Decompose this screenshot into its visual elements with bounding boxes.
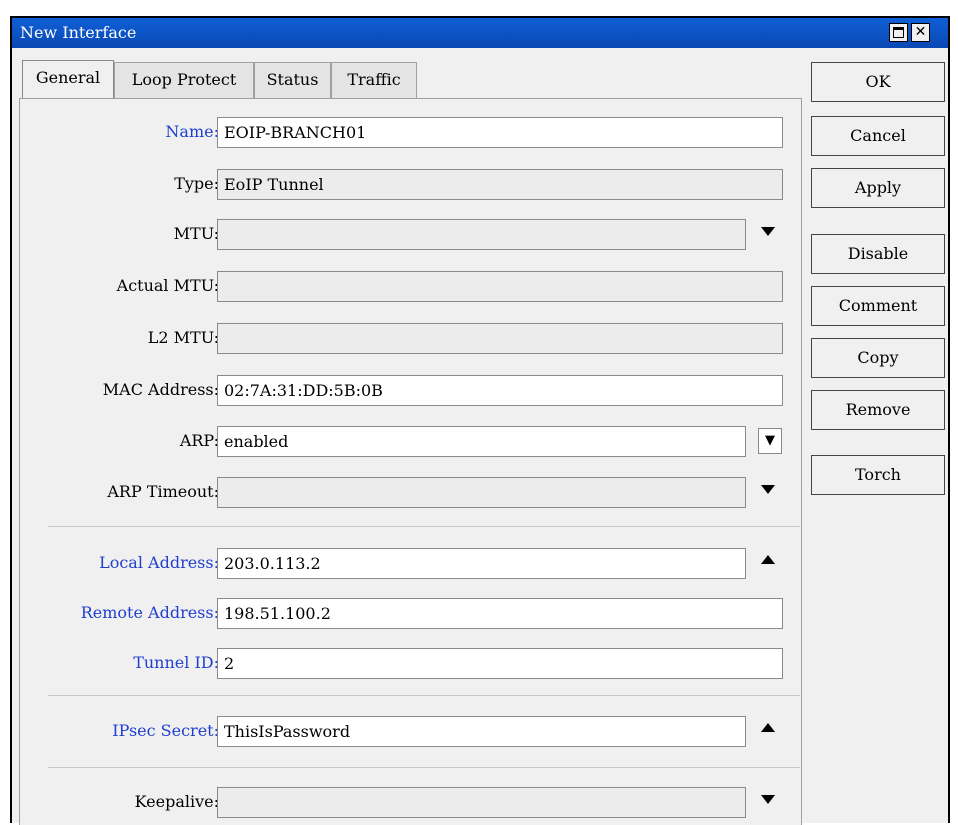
type-row: Type: EoIP Tunnel — [20, 167, 803, 201]
mac-address-row: MAC Address: 02:7A:31:DD:5B:0B — [20, 373, 803, 407]
tab-loop-protect[interactable]: Loop Protect — [114, 62, 254, 98]
mtu-label: MTU: — [173, 224, 219, 243]
keepalive-input[interactable] — [217, 787, 746, 818]
tunnel-id-row: Tunnel ID: 2 — [20, 646, 803, 680]
torch-button[interactable]: Torch — [811, 455, 945, 495]
arp-label: ARP: — [179, 431, 219, 450]
name-row: Name: EOIP-BRANCH01 — [20, 115, 803, 149]
ipsec-secret-label: IPsec Secret: — [112, 721, 219, 740]
arp-select[interactable]: enabled — [217, 426, 746, 457]
local-address-row: Local Address: 203.0.113.2 — [20, 546, 803, 580]
type-label: Type: — [174, 174, 219, 193]
triangle-down-icon[interactable] — [761, 485, 775, 494]
l2-mtu-field — [217, 323, 783, 354]
mtu-input[interactable] — [217, 219, 746, 250]
triangle-down-icon[interactable] — [761, 795, 775, 804]
mac-address-input[interactable]: 02:7A:31:DD:5B:0B — [217, 375, 783, 406]
title-bar[interactable]: New Interface — [12, 18, 948, 48]
new-interface-window: New Interface General Loop Protect Statu… — [10, 16, 950, 825]
tab-traffic[interactable]: Traffic — [331, 62, 417, 98]
arp-timeout-input[interactable] — [217, 477, 746, 508]
remove-button[interactable]: Remove — [811, 390, 945, 430]
actual-mtu-label: Actual MTU: — [116, 276, 219, 295]
section-divider — [48, 695, 800, 696]
arp-timeout-row: ARP Timeout: — [20, 475, 803, 509]
tunnel-id-label: Tunnel ID: — [133, 653, 219, 672]
window-title: New Interface — [20, 23, 137, 42]
ipsec-secret-row: IPsec Secret: ThisIsPassword — [20, 714, 803, 748]
section-divider — [48, 526, 800, 527]
local-address-label: Local Address: — [99, 553, 219, 572]
type-field: EoIP Tunnel — [217, 169, 783, 200]
triangle-up-icon[interactable] — [761, 555, 775, 564]
local-address-input[interactable]: 203.0.113.2 — [217, 548, 746, 579]
arp-row: ARP: enabled ▼ — [20, 424, 803, 458]
copy-button[interactable]: Copy — [811, 338, 945, 378]
remote-address-row: Remote Address: 198.51.100.2 — [20, 596, 803, 630]
tab-general[interactable]: General — [22, 60, 114, 98]
mtu-row: MTU: — [20, 217, 803, 251]
actual-mtu-row: Actual MTU: — [20, 269, 803, 303]
general-panel: Name: EOIP-BRANCH01 Type: EoIP Tunnel MT… — [19, 98, 802, 825]
section-divider — [48, 767, 800, 768]
keepalive-row: Keepalive: — [20, 785, 803, 819]
keepalive-label: Keepalive: — [134, 792, 219, 811]
close-icon[interactable] — [911, 23, 930, 42]
arp-timeout-label: ARP Timeout: — [107, 482, 219, 501]
actual-mtu-field — [217, 271, 783, 302]
ok-button[interactable]: OK — [811, 62, 945, 102]
apply-button[interactable]: Apply — [811, 168, 945, 208]
name-label: Name: — [165, 122, 219, 141]
l2-mtu-row: L2 MTU: — [20, 321, 803, 355]
dropdown-arrow-icon[interactable]: ▼ — [758, 428, 782, 454]
triangle-down-icon[interactable] — [761, 227, 775, 236]
triangle-up-icon[interactable] — [761, 723, 775, 732]
tab-status[interactable]: Status — [254, 62, 331, 98]
disable-button[interactable]: Disable — [811, 234, 945, 274]
tunnel-id-input[interactable]: 2 — [217, 648, 783, 679]
mac-address-label: MAC Address: — [102, 380, 219, 399]
remote-address-label: Remote Address: — [80, 603, 219, 622]
maximize-icon[interactable] — [889, 23, 908, 42]
l2-mtu-label: L2 MTU: — [147, 328, 219, 347]
remote-address-input[interactable]: 198.51.100.2 — [217, 598, 783, 629]
comment-button[interactable]: Comment — [811, 286, 945, 326]
ipsec-secret-input[interactable]: ThisIsPassword — [217, 716, 746, 747]
name-input[interactable]: EOIP-BRANCH01 — [217, 117, 783, 148]
cancel-button[interactable]: Cancel — [811, 116, 945, 156]
